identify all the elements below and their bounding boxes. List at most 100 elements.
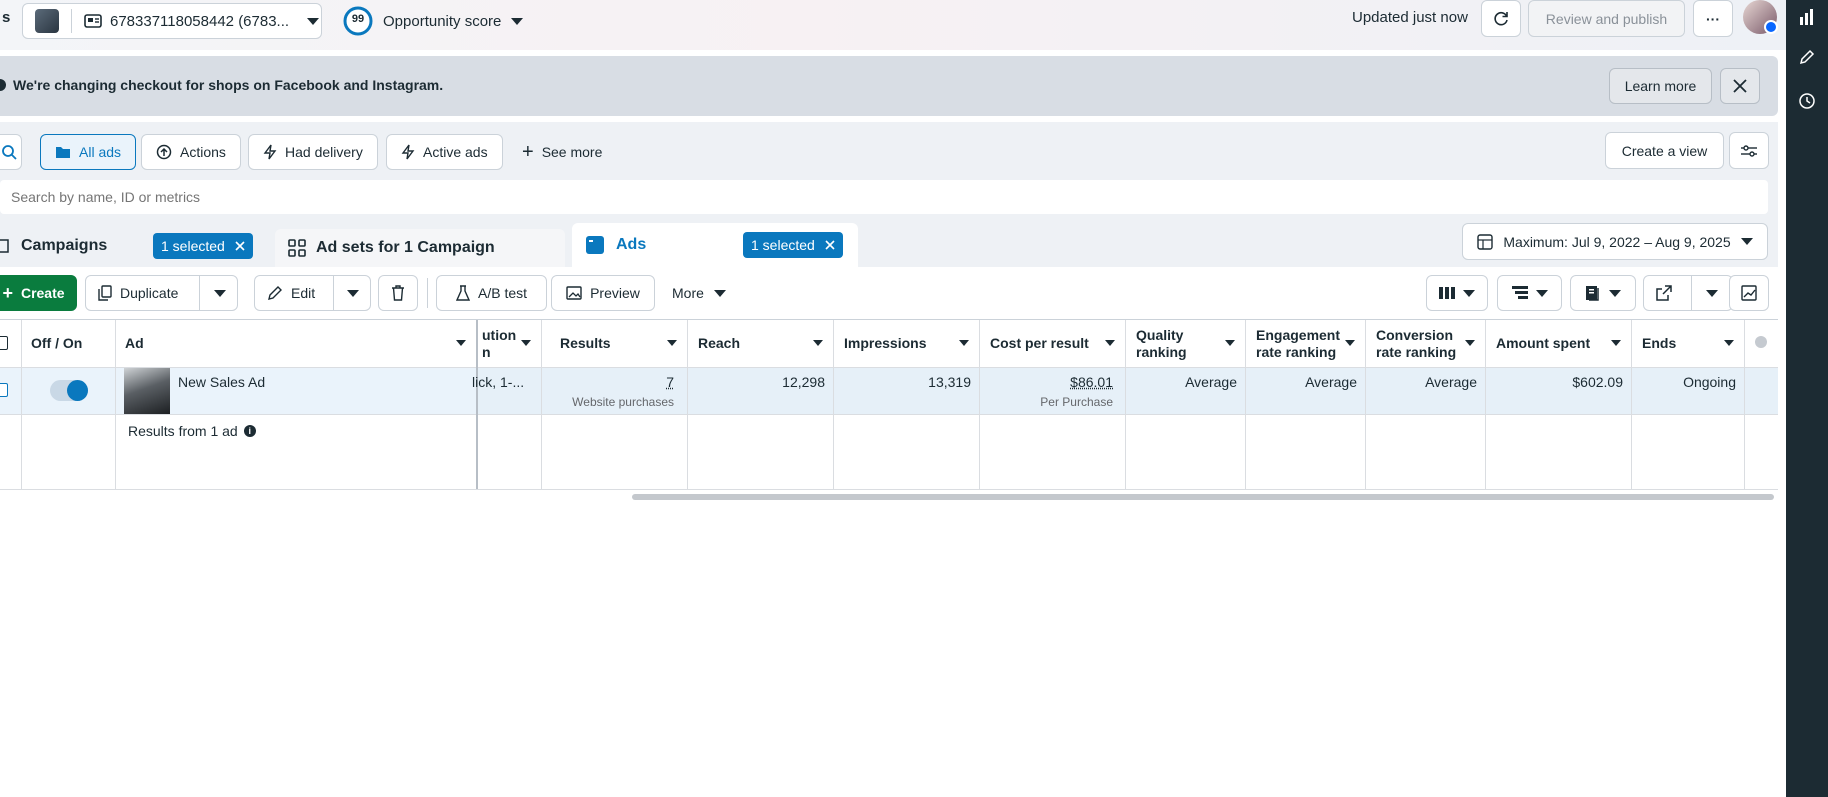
results-sub: Website purchases (572, 395, 674, 409)
pencil-icon[interactable] (1798, 48, 1816, 66)
opportunity-score-label: Opportunity score (383, 12, 502, 30)
more-actions-button[interactable]: More (672, 275, 726, 311)
chart-icon[interactable] (1798, 8, 1816, 26)
filter-had-delivery[interactable]: Had delivery (248, 134, 378, 170)
search-bar[interactable] (0, 180, 1768, 214)
chevron-down-icon (511, 17, 524, 25)
header-cost-per-result[interactable]: Cost per result (980, 320, 1125, 367)
header-ends[interactable]: Ends (1632, 320, 1744, 367)
results-value[interactable]: 7 (550, 374, 674, 390)
create-button[interactable]: + Create (0, 275, 77, 311)
date-range-picker[interactable]: Maximum: Jul 9, 2022 – Aug 9, 2025 (1462, 223, 1768, 260)
external-link-icon (1656, 285, 1672, 301)
columns-button[interactable] (1426, 275, 1488, 311)
charts-button[interactable] (1729, 275, 1769, 311)
chevron-down-icon[interactable] (214, 290, 226, 297)
select-all-checkbox[interactable] (0, 336, 8, 350)
refresh-button[interactable] (1481, 0, 1521, 37)
see-more-label: See more (541, 144, 603, 160)
ab-test-label: A/B test (477, 285, 528, 301)
lightning-icon (263, 144, 277, 160)
row-checkbox[interactable] (0, 383, 8, 397)
more-options-button[interactable]: ··· (1693, 0, 1733, 37)
header-reach[interactable]: Reach (688, 320, 833, 367)
create-label: Create (20, 285, 65, 301)
results-summary: Results from 1 ad i (128, 423, 256, 439)
header-off-on[interactable]: Off / On (21, 320, 115, 367)
plus-icon: + (2, 282, 13, 303)
header-ad[interactable]: Ad (115, 320, 476, 367)
view-settings-button[interactable] (1729, 132, 1769, 169)
facebook-badge-icon (1764, 20, 1778, 34)
chevron-down-icon[interactable] (347, 290, 359, 297)
header-conversion-ranking[interactable]: Conversion rate ranking (1366, 320, 1485, 367)
header-impressions[interactable]: Impressions (834, 320, 979, 367)
ads-selected-badge[interactable]: 1 selected (743, 232, 843, 258)
header-results[interactable]: Results (550, 320, 687, 367)
ab-test-button[interactable]: A/B test (436, 275, 547, 311)
info-icon[interactable]: i (243, 425, 256, 437)
pencil-icon (267, 285, 283, 301)
tab-campaigns-label: Campaigns (21, 236, 108, 254)
profile-avatar[interactable] (1743, 0, 1778, 34)
account-avatar (35, 9, 59, 33)
amount-spent-value: $602.09 (1572, 374, 1623, 390)
ad-name[interactable]: New Sales Ad (178, 374, 265, 390)
header-attribution[interactable]: ution n (472, 320, 541, 367)
folder-icon (55, 145, 71, 159)
chevron-down-icon (1463, 289, 1475, 297)
ad-account-icon (84, 13, 102, 29)
impressions-value: 13,319 (928, 374, 971, 390)
export-button[interactable] (1643, 275, 1733, 311)
horizontal-scrollbar[interactable] (632, 494, 1774, 500)
plus-icon: + (522, 141, 534, 163)
opportunity-score-button[interactable]: 99 Opportunity score (343, 5, 524, 37)
chevron-down-icon (959, 340, 969, 346)
reports-button[interactable] (1570, 275, 1636, 311)
filter-actions[interactable]: Actions (141, 134, 241, 170)
chevron-down-icon (713, 289, 726, 297)
close-banner-button[interactable] (1720, 68, 1760, 104)
campaigns-selected-badge[interactable]: 1 selected (153, 233, 253, 259)
learn-more-button[interactable]: Learn more (1609, 68, 1712, 104)
header-quality-ranking[interactable]: Quality ranking (1126, 320, 1245, 367)
search-icon (1, 144, 17, 160)
see-more-filters[interactable]: + See more (522, 134, 602, 170)
header-engagement-ranking[interactable]: Engagement rate ranking (1246, 320, 1365, 367)
chevron-down-icon[interactable] (1706, 290, 1718, 297)
edit-button[interactable]: Edit (254, 275, 371, 311)
lightning-icon (401, 144, 415, 160)
filter-active-ads-label: Active ads (423, 144, 488, 160)
filter-active-ads[interactable]: Active ads (386, 134, 503, 170)
cost-per-result-value[interactable]: $86.01 (980, 374, 1113, 390)
search-toggle-button[interactable] (0, 134, 22, 170)
chevron-down-icon (1105, 340, 1115, 346)
delete-button[interactable] (378, 275, 418, 311)
close-icon[interactable] (825, 240, 835, 250)
close-icon[interactable] (235, 241, 245, 251)
chevron-down-icon (1611, 340, 1621, 346)
account-selector[interactable]: 678337118058442 (6783... (22, 3, 322, 39)
duplicate-button[interactable]: Duplicate (85, 275, 238, 311)
tab-ads-label: Ads (616, 235, 647, 253)
updated-status: Updated just now (1352, 9, 1468, 26)
opportunity-score-ring: 99 (343, 6, 373, 36)
create-view-button[interactable]: Create a view (1605, 132, 1724, 169)
chevron-down-icon (456, 340, 466, 346)
results-summary-text: Results from 1 ad (128, 423, 238, 439)
quality-ranking-value: Average (1185, 374, 1237, 390)
breakdown-button[interactable] (1497, 275, 1562, 311)
header-amount-spent[interactable]: Amount spent (1486, 320, 1631, 367)
search-input[interactable] (0, 180, 1768, 214)
preview-button[interactable]: Preview (551, 275, 655, 311)
history-clock-icon[interactable] (1798, 92, 1816, 110)
toolbar-divider (427, 278, 428, 308)
filter-all-ads[interactable]: All ads (40, 134, 137, 170)
tab-ad-sets-label: Ad sets for 1 Campaign (316, 238, 495, 256)
toggle-knob (67, 380, 88, 401)
review-and-publish-button[interactable]: Review and publish (1528, 0, 1685, 37)
refresh-icon (1492, 10, 1510, 28)
ad-status-toggle[interactable] (50, 380, 88, 401)
add-column-icon[interactable] (1755, 336, 1767, 348)
account-title-fragment: s (2, 9, 11, 26)
